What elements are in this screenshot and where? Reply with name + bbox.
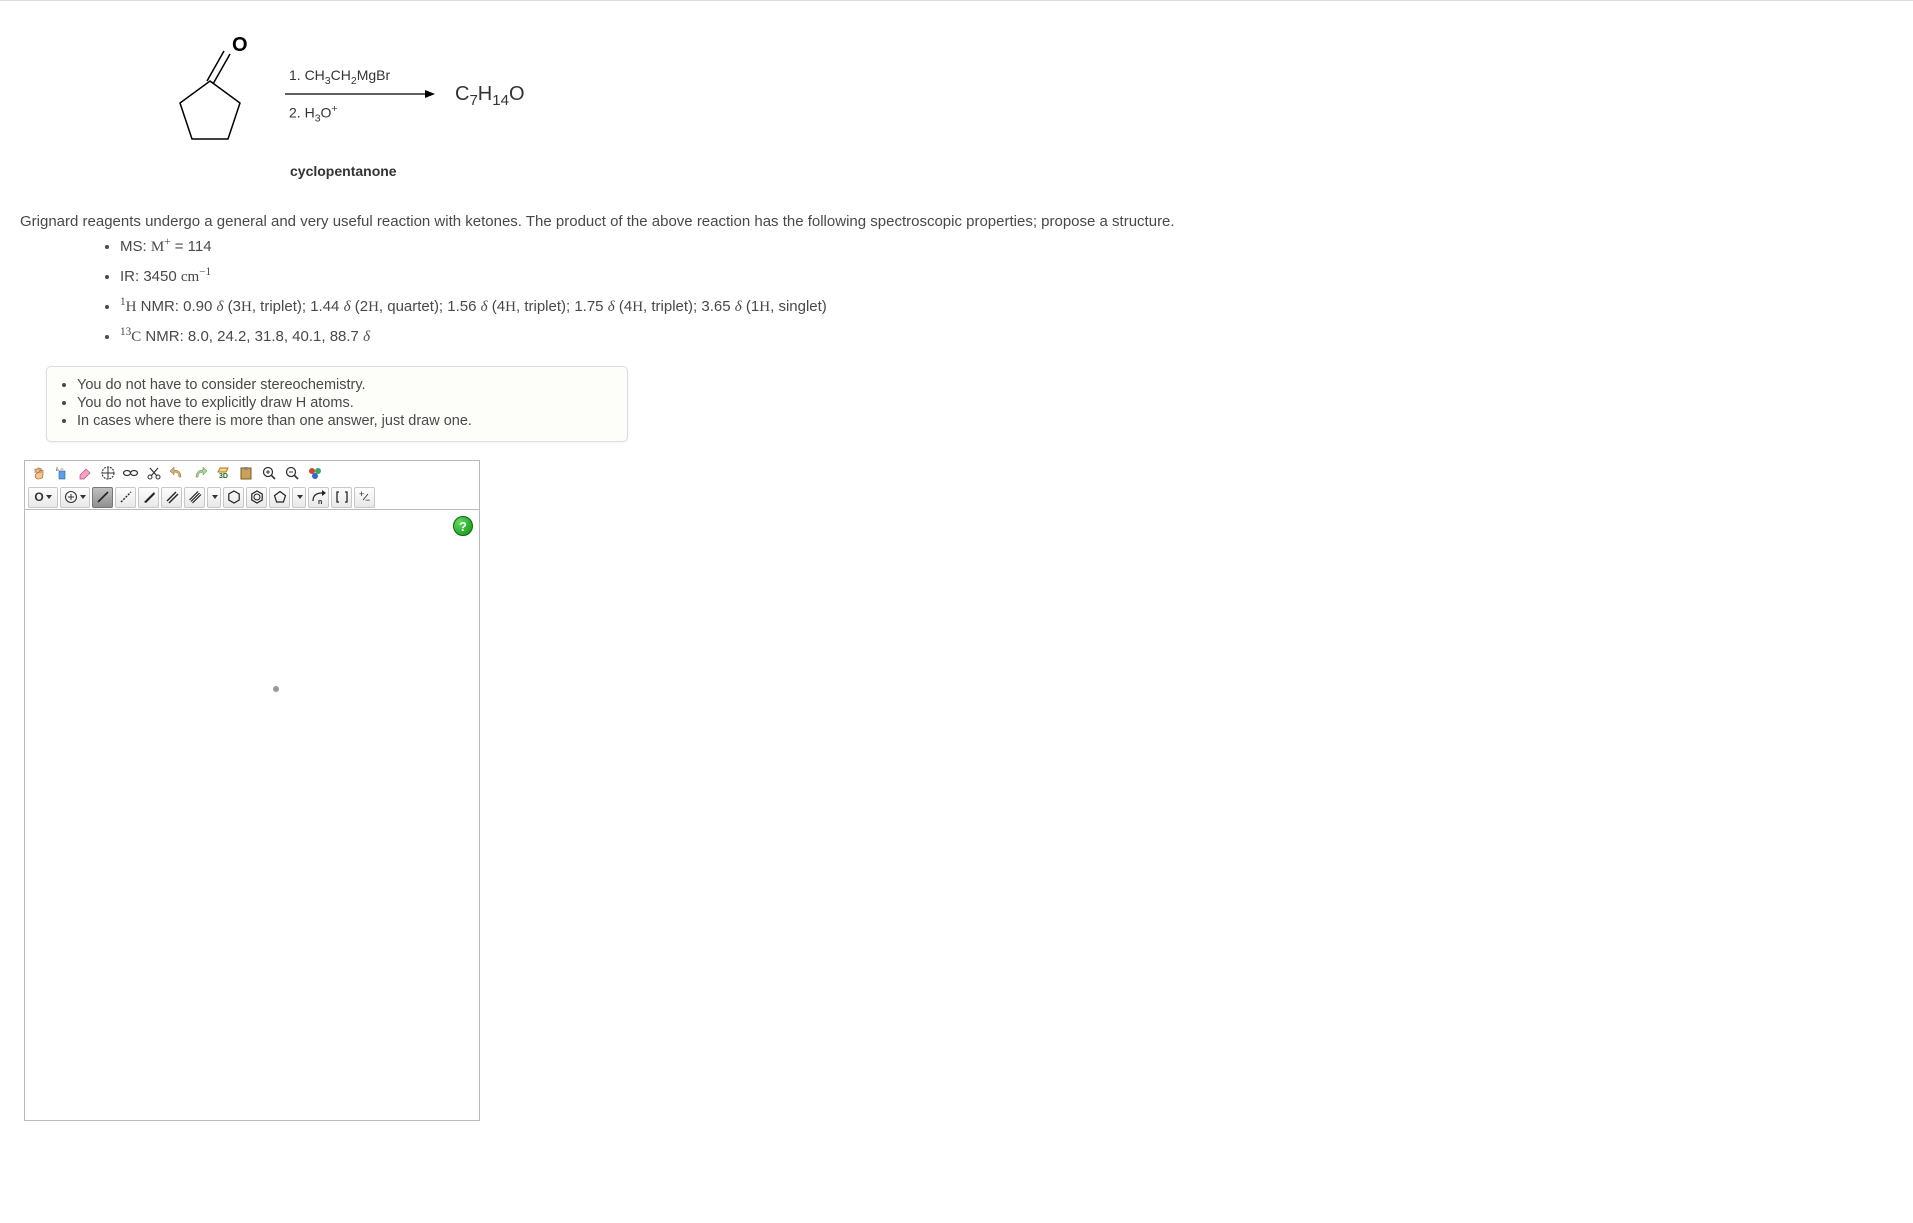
charge-dropdown[interactable] (60, 487, 90, 508)
triple-bond-tool[interactable] (184, 487, 205, 508)
plus-minus-tool-icon[interactable]: +− (354, 487, 375, 508)
spectroscopy-list: MS: M+ = 114 IR: 3450 cm−1 1H NMR: 0.90 … (20, 236, 1893, 346)
help-button[interactable]: ? (453, 516, 473, 536)
spec-cnmr: 13C NMR: 8.0, 24.2, 31.8, 40.1, 88.7 δ (120, 326, 1893, 346)
editor-toolbar: 3D O (24, 460, 480, 509)
spec-ir: IR: 3450 cm−1 (120, 266, 1893, 286)
color-atoms-icon[interactable] (304, 463, 325, 484)
reaction-arrow (285, 89, 435, 99)
structure-editor: 3D O (24, 460, 480, 1121)
svg-text:O: O (232, 34, 248, 56)
reagent-line-1: 1. CH3CH2MgBr (289, 67, 390, 89)
instruction-item: In cases where there is more than one an… (77, 413, 613, 429)
product-formula: C7H14O (455, 83, 525, 109)
spec-hnmr: 1H NMR: 0.90 δ (3H, triplet); 1.44 δ (2H… (120, 296, 1893, 316)
reactant-structure-svg: O (160, 31, 260, 161)
question-text: Grignard reagents undergo a general and … (20, 213, 1893, 230)
instruction-item: You do not have to consider stereochemis… (77, 377, 613, 393)
cyclopentane-tool-icon[interactable] (269, 487, 290, 508)
spec-ms: MS: M+ = 114 (120, 236, 1893, 256)
svg-text:+: + (359, 489, 364, 499)
bond-more-dropdown[interactable] (207, 487, 221, 508)
benzene-tool-icon[interactable] (246, 487, 267, 508)
element-selected-label: O (34, 490, 43, 504)
wedge-bond-tool[interactable] (138, 487, 159, 508)
cyclohexane-tool-icon[interactable] (223, 487, 244, 508)
drawing-canvas[interactable]: ? (24, 509, 480, 1121)
reactant-name: cyclopentanone (290, 163, 1893, 179)
eraser-tool-icon[interactable] (74, 463, 95, 484)
cut-tool-icon[interactable] (143, 463, 164, 484)
dashed-bond-tool[interactable] (115, 487, 136, 508)
ring-more-dropdown[interactable] (292, 487, 306, 508)
zoom-in-icon[interactable] (258, 463, 279, 484)
reaction-row: O 1. CH3CH2MgBr 2. H3O+ C7H14O (160, 31, 1893, 161)
hand-tool-icon[interactable] (28, 463, 49, 484)
element-dropdown[interactable]: O (28, 487, 58, 508)
toolbar-row-2: O (25, 485, 479, 509)
redo-icon[interactable] (189, 463, 210, 484)
single-bond-tool[interactable] (92, 487, 113, 508)
spray-tool-icon[interactable] (51, 463, 72, 484)
undo-icon[interactable] (166, 463, 187, 484)
toolbar-row-1: 3D (25, 461, 479, 485)
zoom-out-icon[interactable] (281, 463, 302, 484)
reaction-arrow-block: 1. CH3CH2MgBr 2. H3O+ (285, 67, 435, 124)
svg-text:3D: 3D (219, 473, 228, 480)
chain-tool-icon[interactable] (120, 463, 141, 484)
reaction-scheme: O 1. CH3CH2MgBr 2. H3O+ C7H14O (160, 31, 1893, 179)
reagent-line-2: 2. H3O+ (289, 99, 338, 124)
mapping-tool-icon[interactable] (97, 463, 118, 484)
paste-icon[interactable] (235, 463, 256, 484)
curved-arrow-tool-icon[interactable]: n (308, 487, 329, 508)
canvas-center-dot (273, 686, 279, 692)
svg-text:n: n (318, 499, 322, 505)
instruction-box: You do not have to consider stereochemis… (46, 366, 628, 442)
double-bond-tool[interactable] (161, 487, 182, 508)
question-content: O 1. CH3CH2MgBr 2. H3O+ C7H14O (0, 0, 1913, 1141)
view3d-icon[interactable]: 3D (212, 463, 233, 484)
bracket-tool-icon[interactable] (331, 487, 352, 508)
instruction-item: You do not have to explicitly draw H ato… (77, 395, 613, 411)
